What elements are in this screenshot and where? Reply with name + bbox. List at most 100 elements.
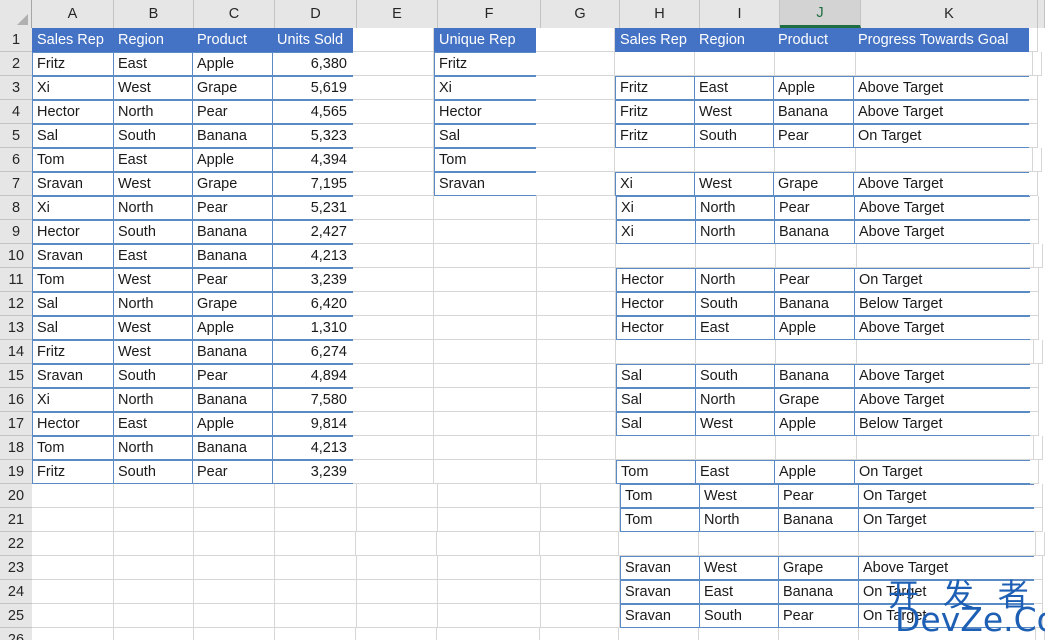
cell-J15[interactable]: Banana [774, 364, 855, 388]
cell-J23[interactable]: Grape [778, 556, 859, 580]
cell-E21[interactable] [357, 508, 438, 532]
cell-H24[interactable]: Sravan [620, 580, 700, 604]
cell-E23[interactable] [357, 556, 438, 580]
column-header-i[interactable]: I [700, 0, 780, 28]
column-header-e[interactable]: E [357, 0, 438, 28]
cell-C18[interactable]: Banana [192, 436, 273, 460]
cell-F3[interactable]: Xi [434, 76, 537, 100]
cell-D21[interactable] [275, 508, 357, 532]
cell-E17[interactable] [353, 412, 434, 436]
cell-C11[interactable]: Pear [192, 268, 273, 292]
cell-J18[interactable] [776, 436, 857, 460]
cell-D23[interactable] [275, 556, 357, 580]
cell-G21[interactable] [541, 508, 620, 532]
cell-B10[interactable]: East [113, 244, 193, 268]
cell-G18[interactable] [537, 436, 616, 460]
cell-E19[interactable] [353, 460, 434, 484]
cell-J21[interactable]: Banana [778, 508, 859, 532]
cell-K13[interactable]: Above Target [854, 316, 1031, 340]
cell-K6[interactable] [856, 148, 1033, 172]
cell-F19[interactable] [434, 460, 537, 484]
cell-H15[interactable]: Sal [616, 364, 696, 388]
cell-F9[interactable] [434, 220, 537, 244]
cell-F7[interactable]: Sravan [434, 172, 537, 196]
cell-E7[interactable] [353, 172, 434, 196]
cell-G16[interactable] [537, 388, 616, 412]
cell-E16[interactable] [353, 388, 434, 412]
cell-C8[interactable]: Pear [192, 196, 273, 220]
cell-G13[interactable] [537, 316, 616, 340]
cell-D26[interactable] [274, 628, 357, 640]
cell-H10[interactable] [616, 244, 696, 268]
cell-B19[interactable]: South [113, 460, 193, 484]
cell-H8[interactable]: Xi [616, 196, 696, 220]
cell-G23[interactable] [541, 556, 620, 580]
cell-B18[interactable]: North [113, 436, 193, 460]
cell-K25[interactable]: On Target [858, 604, 1035, 628]
cell-F5[interactable]: Sal [434, 124, 537, 148]
cell-F13[interactable] [434, 316, 537, 340]
cell-J24[interactable]: Banana [778, 580, 859, 604]
cell-A10[interactable]: Sravan [32, 244, 114, 268]
cell-G10[interactable] [537, 244, 616, 268]
cell-H19[interactable]: Tom [616, 460, 696, 484]
cell-I18[interactable] [696, 436, 776, 460]
cell-K12[interactable]: Below Target [854, 292, 1031, 316]
cell-I11[interactable]: North [695, 268, 775, 292]
row-header-16[interactable]: 16 [0, 388, 32, 412]
cell-A23[interactable] [32, 556, 114, 580]
cell-A25[interactable] [32, 604, 114, 628]
cell-grid[interactable]: Sales Rep Region Product Units Sold Unique R… [32, 28, 1045, 640]
cell-C21[interactable] [194, 508, 275, 532]
row-header-8[interactable]: 8 [0, 196, 32, 220]
cell-H3[interactable]: Fritz [615, 76, 695, 100]
cell-J17[interactable]: Apple [774, 412, 855, 436]
column-header-j[interactable]: J [780, 0, 861, 28]
cell-H14[interactable] [616, 340, 696, 364]
cell-I22[interactable] [698, 532, 779, 556]
cell-A20[interactable] [32, 484, 114, 508]
cell-I10[interactable] [696, 244, 776, 268]
cell-F17[interactable] [434, 412, 537, 436]
cell-K14[interactable] [857, 340, 1034, 364]
cell-H13[interactable]: Hector [616, 316, 696, 340]
cell-C5[interactable]: Banana [192, 124, 273, 148]
cell-F18[interactable] [434, 436, 537, 460]
cell-E15[interactable] [353, 364, 434, 388]
cell-F12[interactable] [434, 292, 537, 316]
cell-G11[interactable] [537, 268, 616, 292]
cell-K15[interactable]: Above Target [854, 364, 1031, 388]
row-header-21[interactable]: 21 [0, 508, 32, 532]
cell-H7[interactable]: Xi [615, 172, 695, 196]
cell-J5[interactable]: Pear [773, 124, 854, 148]
cell-D17[interactable]: 9,814 [272, 412, 354, 436]
cell-F16[interactable] [434, 388, 537, 412]
cell-I17[interactable]: West [695, 412, 775, 436]
cell-I20[interactable]: West [699, 484, 779, 508]
cell-H23[interactable]: Sravan [620, 556, 700, 580]
cell-F26[interactable] [437, 628, 541, 640]
row-header-14[interactable]: 14 [0, 340, 32, 364]
cell-C15[interactable]: Pear [192, 364, 273, 388]
cell-B23[interactable] [114, 556, 194, 580]
select-all-corner[interactable] [0, 0, 32, 28]
cell-C10[interactable]: Banana [192, 244, 273, 268]
cell-C25[interactable] [194, 604, 275, 628]
cell-G1[interactable] [536, 28, 615, 52]
cell-C9[interactable]: Banana [192, 220, 273, 244]
row-header-26[interactable]: 26 [0, 628, 32, 640]
cell-I2[interactable] [695, 52, 775, 76]
cell-H12[interactable]: Hector [616, 292, 696, 316]
cell-K5[interactable]: On Target [853, 124, 1030, 148]
cell-B9[interactable]: South [113, 220, 193, 244]
cell-B26[interactable] [113, 628, 194, 640]
cell-G7[interactable] [536, 172, 615, 196]
cell-B14[interactable]: West [113, 340, 193, 364]
row-header-18[interactable]: 18 [0, 436, 32, 460]
cell-G14[interactable] [537, 340, 616, 364]
cell-D12[interactable]: 6,420 [272, 292, 354, 316]
row-header-9[interactable]: 9 [0, 220, 32, 244]
cell-A15[interactable]: Sravan [32, 364, 114, 388]
cell-D16[interactable]: 7,580 [272, 388, 354, 412]
cell-H16[interactable]: Sal [616, 388, 696, 412]
